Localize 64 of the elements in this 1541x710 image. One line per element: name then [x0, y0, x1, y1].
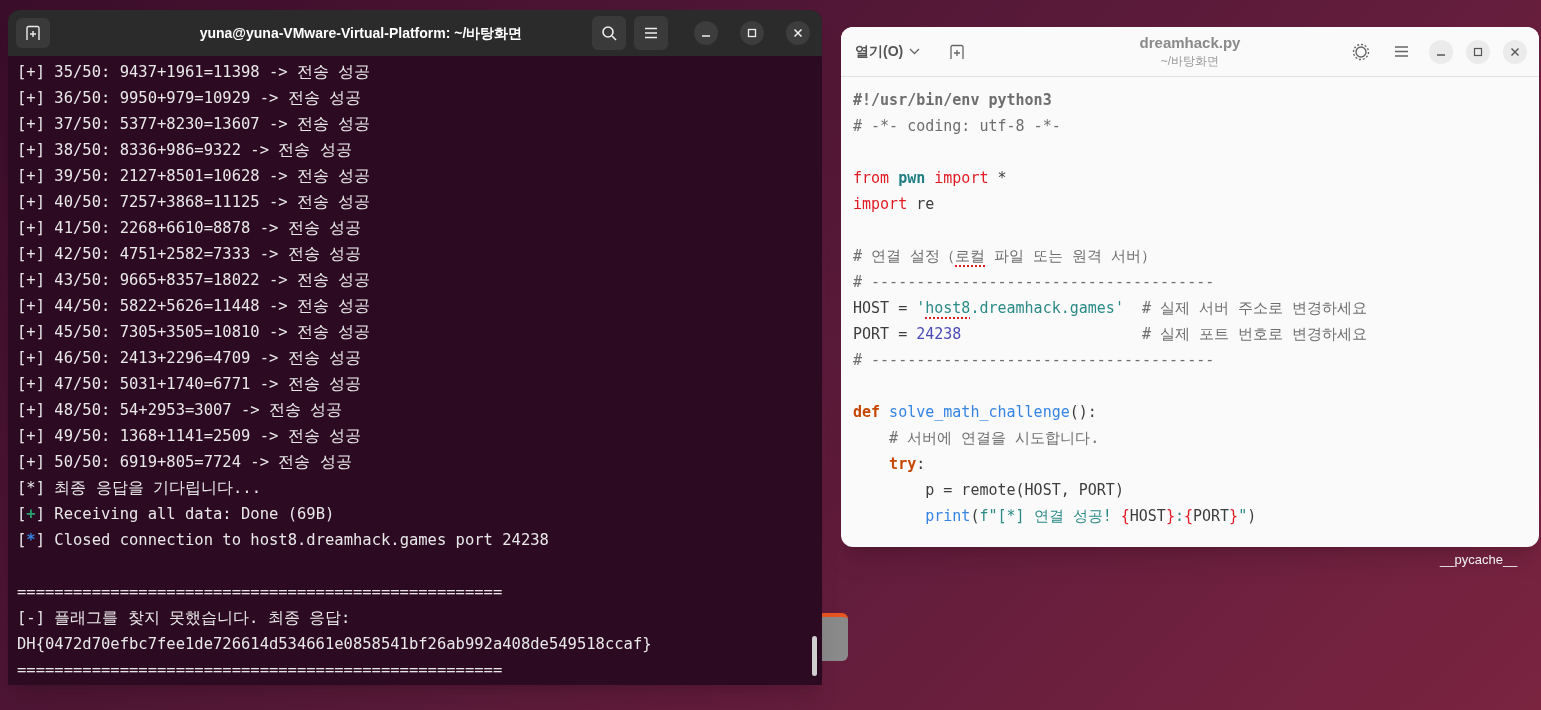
code-line: # 서버에 연결을 시도합니다.: [888, 429, 1100, 447]
code-line: HOST = 'host8.dreamhack.games' # 실제 서버 주소로 변경하세요: [853, 299, 1368, 317]
code-line: # --------------------------------------: [853, 351, 1215, 369]
scrollbar[interactable]: [812, 636, 817, 676]
terminal-line: [+] 48/50: 54+2953=3007 -> 전송 성공: [17, 401, 343, 419]
chevron-down-icon: [909, 48, 921, 55]
terminal-line: [+] 49/50: 1368+1141=2509 -> 전송 성공: [17, 427, 361, 445]
terminal-line: [*] 최종 응답을 기다립니다...: [17, 479, 261, 497]
new-tab-button[interactable]: [16, 18, 50, 48]
terminal-line: [-] 플래그를 찾지 못했습니다. 최종 응답:: [17, 609, 351, 627]
code-line: def solve_math_challenge():: [853, 403, 1097, 421]
search-button[interactable]: [592, 16, 626, 50]
desktop-icon-label[interactable]: __pycache__: [1440, 551, 1518, 569]
open-menu-button[interactable]: 열기(O): [853, 41, 923, 62]
code-line: PORT = 24238 # 실제 포트 번호로 변경하세요: [853, 325, 1368, 343]
terminal-line: [+] 38/50: 8336+986=9322 -> 전송 성공: [17, 141, 352, 159]
terminal-line: [+] 44/50: 5822+5626=11448 -> 전송 성공: [17, 297, 371, 315]
menu-button[interactable]: [634, 16, 668, 50]
search-icon: [601, 25, 617, 41]
new-tab-icon: [25, 25, 41, 41]
code-line: try:: [888, 455, 926, 473]
terminal-line: [+] 46/50: 2413+2296=4709 -> 전송 성공: [17, 349, 361, 367]
terminal-line: [+] 50/50: 6919+805=7724 -> 전송 성공: [17, 453, 352, 471]
terminal-line: [+] 43/50: 9665+8357=18022 -> 전송 성공: [17, 271, 371, 289]
terminal-line: [+] Receiving all data: Done (69B): [17, 505, 335, 523]
terminal-line: [+] 41/50: 2268+6610=8878 -> 전송 성공: [17, 219, 361, 237]
terminal-line: [+] 35/50: 9437+1961=11398 -> 전송 성공: [17, 63, 371, 81]
close-icon: [1510, 46, 1520, 57]
minimize-icon: [1437, 53, 1445, 56]
menu-icon: [644, 27, 658, 39]
close-icon: [793, 28, 803, 38]
file-path: ~/바탕화면: [1160, 53, 1220, 69]
terminal-line: [+] 36/50: 9950+979=10929 -> 전송 성공: [17, 89, 361, 107]
code-line: # --------------------------------------: [853, 273, 1215, 291]
terminal-line: [+] 45/50: 7305+3505=10810 -> 전송 성공: [17, 323, 371, 341]
new-tab-icon: [949, 43, 966, 60]
code-line: p = remote(HOST, PORT): [924, 481, 1124, 499]
terminal-line: [+] 47/50: 5031+1740=6771 -> 전송 성공: [17, 375, 361, 393]
maximize-button[interactable]: [740, 21, 764, 45]
terminal-line: ====================================================: [17, 583, 503, 601]
code-line: import re: [853, 195, 935, 213]
code-line: print(f"[*] 연결 성공! {HOST}:{PORT}"): [924, 507, 1257, 525]
code-line: from pwn import *: [853, 169, 1007, 187]
terminal-line: [+] 42/50: 4751+2582=7333 -> 전송 성공: [17, 245, 361, 263]
close-button[interactable]: [786, 21, 810, 45]
terminal-line: [+] 40/50: 7257+3868=11125 -> 전송 성공: [17, 193, 371, 211]
menu-icon: [1394, 46, 1408, 57]
minimize-icon: [702, 35, 710, 37]
code-line: # -*- coding: utf-8 -*-: [853, 117, 1061, 135]
code-line: #!/usr/bin/env python3: [853, 91, 1052, 109]
maximize-icon: [1473, 46, 1483, 57]
terminal-line: [*] Closed connection to host8.dreamhack.games port 24238: [17, 531, 549, 549]
maximize-button[interactable]: [1466, 39, 1490, 64]
window-title: yuna@yuna-VMware-Virtual-Platform: ~/바탕화면: [198, 23, 523, 43]
gear-icon: [1352, 42, 1370, 61]
terminal-line: [+] 39/50: 2127+8501=10628 -> 전송 성공: [17, 167, 371, 185]
terminal-line: DH{0472d70efbc7fee1de726614d534661e0858541bf26ab992a408de549518ccaf}: [17, 635, 652, 653]
minimize-button[interactable]: [1429, 39, 1453, 64]
maximize-icon: [747, 28, 757, 38]
code-line: # 연결 설정（로컬 파일 또는 원격 서버）: [853, 247, 1157, 265]
file-title: dreamhack.py: [1139, 33, 1241, 53]
minimize-button[interactable]: [694, 21, 718, 45]
terminal-line: ====================================================: [17, 661, 503, 679]
terminal-line: [+] 37/50: 5377+8230=13607 -> 전송 성공: [17, 115, 371, 133]
